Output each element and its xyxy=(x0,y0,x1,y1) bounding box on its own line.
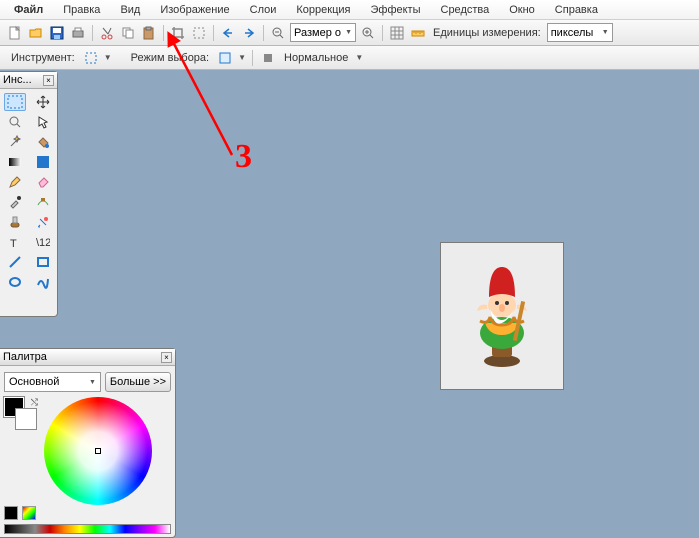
selection-mode-label: Режим выбора: xyxy=(128,52,212,64)
tool-freeform[interactable] xyxy=(32,273,54,291)
tool-bucket[interactable] xyxy=(32,133,54,151)
gnome-figure-icon xyxy=(467,261,537,371)
tool-recolor[interactable] xyxy=(4,213,26,231)
menu-help[interactable]: Справка xyxy=(545,2,608,18)
crop-button[interactable] xyxy=(169,24,187,42)
zoom-out-button[interactable] xyxy=(269,24,287,42)
svg-text:\12: \12 xyxy=(36,237,50,249)
blend-icon[interactable] xyxy=(259,49,277,67)
menu-view[interactable]: Вид xyxy=(110,2,150,18)
grid-button[interactable] xyxy=(388,24,406,42)
tool-rect-select[interactable] xyxy=(4,93,26,111)
tool-clone[interactable] xyxy=(32,193,54,211)
tool-brush[interactable] xyxy=(32,153,54,171)
color-strip[interactable] xyxy=(4,524,171,534)
tool-wand[interactable] xyxy=(4,133,26,151)
new-button[interactable] xyxy=(6,24,24,42)
cut-button[interactable] xyxy=(98,24,116,42)
tool-dropper[interactable] xyxy=(4,193,26,211)
tool-ellipse[interactable] xyxy=(4,273,26,291)
zoom-in-button[interactable] xyxy=(359,24,377,42)
tool-move[interactable] xyxy=(32,93,54,111)
zoom-combo[interactable]: Размер окна xyxy=(290,23,356,42)
paste-button[interactable] xyxy=(140,24,158,42)
blend-mode-label: Нормальное xyxy=(281,52,351,64)
current-tool-icon[interactable] xyxy=(82,49,100,67)
undo-button[interactable] xyxy=(219,24,237,42)
menu-file[interactable]: Файл xyxy=(4,2,53,18)
tool-rrect[interactable] xyxy=(32,253,54,271)
menu-effects[interactable]: Эффекты xyxy=(360,2,430,18)
color-swatches[interactable]: ⤭ xyxy=(4,397,38,505)
toolbox-close-icon[interactable]: × xyxy=(43,75,54,86)
swap-colors-icon[interactable]: ⤭ xyxy=(31,397,38,408)
copy-button[interactable] xyxy=(119,24,137,42)
tool-eraser[interactable] xyxy=(32,173,54,191)
palette-panel: Палитра × Основной Больше >> ⤭ xyxy=(0,348,176,538)
tool-stamp[interactable] xyxy=(32,213,54,231)
toolbox-panel: Инс... × T \12 xyxy=(0,71,58,317)
palette-preset-value: Основной xyxy=(9,376,59,388)
pasted-image[interactable] xyxy=(440,242,564,390)
instrument-label: Инструмент: xyxy=(8,52,78,64)
units-value: пикселы xyxy=(551,27,594,39)
toolbox-title-text: Инс... xyxy=(3,74,32,86)
svg-text:T: T xyxy=(10,238,17,249)
tool-text[interactable]: T xyxy=(4,233,26,251)
color-wheel[interactable] xyxy=(44,397,152,505)
palette-more-button[interactable]: Больше >> xyxy=(105,372,171,392)
menu-window[interactable]: Окно xyxy=(499,2,545,18)
print-button[interactable] xyxy=(69,24,87,42)
background-swatch[interactable] xyxy=(16,409,36,429)
mode-icon[interactable] xyxy=(216,49,234,67)
units-label: Единицы измерения: xyxy=(430,27,544,39)
menu-adjust[interactable]: Коррекция xyxy=(286,2,360,18)
ruler-button[interactable] xyxy=(409,24,427,42)
palette-preset-combo[interactable]: Основной xyxy=(4,372,101,392)
tool-pointer[interactable] xyxy=(32,113,54,131)
menu-edit[interactable]: Правка xyxy=(53,2,110,18)
menubar: Файл Правка Вид Изображение Слои Коррекц… xyxy=(0,0,699,20)
tool-gradient[interactable] xyxy=(4,153,26,171)
tool-pencil[interactable] xyxy=(4,173,26,191)
annotation-number: 3 xyxy=(235,138,252,176)
tool-lasso[interactable] xyxy=(4,113,26,131)
palette-sw1[interactable] xyxy=(4,506,18,520)
units-combo[interactable]: пикселы xyxy=(547,23,613,42)
save-button[interactable] xyxy=(48,24,66,42)
menu-tools[interactable]: Средства xyxy=(431,2,500,18)
palette-close-icon[interactable]: × xyxy=(161,352,172,363)
menu-image[interactable]: Изображение xyxy=(150,2,239,18)
menu-layers[interactable]: Слои xyxy=(240,2,287,18)
tool-options-bar: Инструмент: ▼ Режим выбора: ▼ Нормальное… xyxy=(0,46,699,70)
zoom-combo-label: Размер окна xyxy=(294,27,341,39)
open-button[interactable] xyxy=(27,24,45,42)
palette-sw2[interactable] xyxy=(22,506,36,520)
deselect-button[interactable] xyxy=(190,24,208,42)
tool-rect[interactable] xyxy=(4,253,26,271)
redo-button[interactable] xyxy=(240,24,258,42)
main-toolbar: Размер окна Единицы измерения: пикселы xyxy=(0,20,699,46)
tool-line[interactable]: \12 xyxy=(32,233,54,251)
toolbox-title-bar[interactable]: Инс... × xyxy=(0,72,57,89)
palette-title-bar[interactable]: Палитра × xyxy=(0,349,175,366)
color-wheel-cursor xyxy=(95,448,101,454)
palette-title-text: Палитра xyxy=(3,351,47,363)
